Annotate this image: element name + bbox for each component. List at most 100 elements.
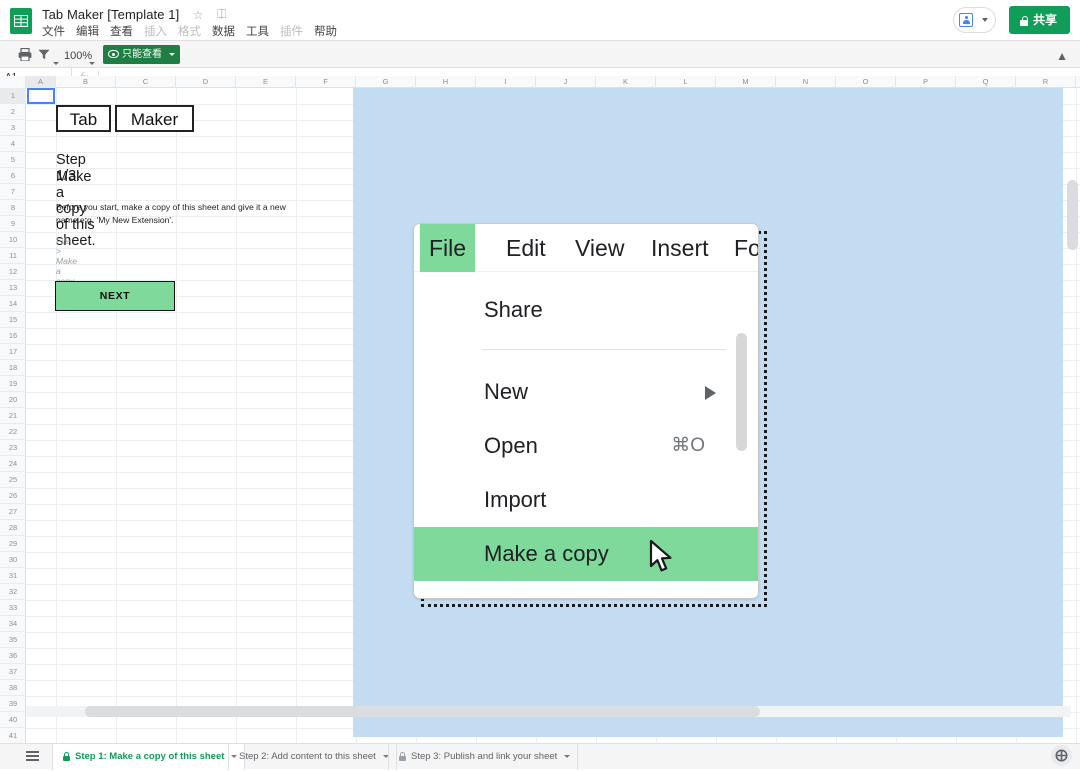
chevron-up-icon[interactable]: ▲ [1056, 49, 1068, 63]
row-header-24[interactable]: 24 [0, 456, 26, 472]
row-header-15[interactable]: 15 [0, 312, 26, 328]
row-header-3[interactable]: 3 [0, 120, 26, 136]
row-header-8[interactable]: 8 [0, 200, 26, 216]
row-header-32[interactable]: 32 [0, 584, 26, 600]
menu-item-edit[interactable]: 编辑 [76, 23, 99, 39]
screenshot-menu-view[interactable]: View [566, 224, 633, 272]
row-header-34[interactable]: 34 [0, 616, 26, 632]
add-person-button[interactable] [953, 7, 995, 33]
row-header-17[interactable]: 17 [0, 344, 26, 360]
menu-item-insert[interactable]: 插入 [144, 23, 167, 39]
column-header-g[interactable]: G [356, 76, 416, 88]
row-header-29[interactable]: 29 [0, 536, 26, 552]
column-header-q[interactable]: Q [956, 76, 1016, 88]
row-header-21[interactable]: 21 [0, 408, 26, 424]
sheet-tab-step-2[interactable]: Step 2: Add content to this sheet [228, 744, 397, 770]
screenshot-menu-edit[interactable]: Edit [497, 224, 555, 272]
star-icon[interactable]: ☆ [193, 8, 204, 22]
column-header-p[interactable]: P [896, 76, 956, 88]
share-button[interactable]: 共享 [1009, 6, 1070, 34]
vertical-scrollbar[interactable] [1067, 180, 1078, 250]
menu-item-tools[interactable]: 工具 [246, 23, 269, 39]
column-header-l[interactable]: L [656, 76, 716, 88]
filter-icon[interactable] [38, 49, 50, 60]
screenshot-menu-format[interactable]: Form [725, 224, 759, 272]
select-all-corner[interactable] [0, 76, 26, 88]
all-sheets-icon[interactable] [26, 751, 39, 763]
column-header-a[interactable]: A [26, 76, 56, 88]
horizontal-scrollbar-thumb[interactable] [85, 706, 760, 717]
menu-item-import[interactable]: Import [414, 473, 759, 527]
row-header-4[interactable]: 4 [0, 136, 26, 152]
column-header-r[interactable]: R [1016, 76, 1076, 88]
spreadsheet-grid[interactable]: 1234567891011121314151617181920212223242… [0, 88, 1080, 743]
chevron-down-icon[interactable] [564, 755, 570, 758]
menu-item-open[interactable]: Open [414, 419, 759, 473]
row-header-14[interactable]: 14 [0, 296, 26, 312]
column-header-b[interactable]: B [56, 76, 116, 88]
row-header-11[interactable]: 11 [0, 248, 26, 264]
column-header-n[interactable]: N [776, 76, 836, 88]
row-header-1[interactable]: 1 [0, 88, 26, 104]
column-header-e[interactable]: E [236, 76, 296, 88]
menu-item-file[interactable]: 文件 [42, 23, 65, 39]
menu-item-data[interactable]: 数据 [212, 23, 235, 39]
column-header-o[interactable]: O [836, 76, 896, 88]
menu-item-help[interactable]: 帮助 [314, 23, 337, 39]
column-header-h[interactable]: H [416, 76, 476, 88]
explore-button[interactable] [1051, 745, 1072, 766]
screenshot-menu-file[interactable]: File [420, 224, 475, 272]
row-header-16[interactable]: 16 [0, 328, 26, 344]
row-header-26[interactable]: 26 [0, 488, 26, 504]
row-header-41[interactable]: 41 [0, 728, 26, 743]
sheet-tab-step-1[interactable]: Step 1: Make a copy of this sheet [52, 744, 245, 770]
row-header-6[interactable]: 6 [0, 168, 26, 184]
move-to-folder-icon[interactable]: ⎅ [217, 7, 227, 22]
print-icon[interactable] [18, 48, 32, 61]
page-title[interactable]: Tab Maker [Template 1] [42, 7, 179, 22]
row-header-33[interactable]: 33 [0, 600, 26, 616]
row-header-25[interactable]: 25 [0, 472, 26, 488]
row-header-36[interactable]: 36 [0, 648, 26, 664]
zoom-level-label[interactable]: 100% [64, 46, 92, 66]
row-header-27[interactable]: 27 [0, 504, 26, 520]
row-header-19[interactable]: 19 [0, 376, 26, 392]
row-header-39[interactable]: 39 [0, 696, 26, 712]
row-header-28[interactable]: 28 [0, 520, 26, 536]
column-header-d[interactable]: D [176, 76, 236, 88]
menu-item-view[interactable]: 查看 [110, 23, 133, 39]
row-header-18[interactable]: 18 [0, 360, 26, 376]
column-header-c[interactable]: C [116, 76, 176, 88]
view-only-badge[interactable]: 只能查看 [103, 45, 180, 64]
screenshot-menu-insert[interactable]: Insert [642, 224, 718, 272]
row-header-23[interactable]: 23 [0, 440, 26, 456]
row-header-10[interactable]: 10 [0, 232, 26, 248]
sheet-tab-step-3[interactable]: Step 3: Publish and link your sheet [388, 744, 578, 770]
row-header-22[interactable]: 22 [0, 424, 26, 440]
column-header-f[interactable]: F [296, 76, 356, 88]
row-header-2[interactable]: 2 [0, 104, 26, 120]
row-header-31[interactable]: 31 [0, 568, 26, 584]
row-header-12[interactable]: 12 [0, 264, 26, 280]
column-header-i[interactable]: I [476, 76, 536, 88]
menu-item-format[interactable]: 格式 [178, 23, 201, 39]
menu-item-addons[interactable]: 插件 [280, 23, 303, 39]
row-header-37[interactable]: 37 [0, 664, 26, 680]
row-header-13[interactable]: 13 [0, 280, 26, 296]
row-header-7[interactable]: 7 [0, 184, 26, 200]
row-header-38[interactable]: 38 [0, 680, 26, 696]
menu-item-make-a-copy[interactable]: Make a copy [414, 527, 759, 581]
row-header-35[interactable]: 35 [0, 632, 26, 648]
next-button[interactable]: NEXT [55, 281, 175, 311]
column-header-k[interactable]: K [596, 76, 656, 88]
selected-cell[interactable] [27, 88, 55, 104]
menu-item-share[interactable]: Share [414, 283, 759, 337]
embedded-screenshot-image[interactable]: File Edit View Insert Form Share New Ope… [413, 223, 759, 599]
row-header-40[interactable]: 40 [0, 712, 26, 728]
column-header-j[interactable]: J [536, 76, 596, 88]
row-header-20[interactable]: 20 [0, 392, 26, 408]
menu-scrollbar[interactable] [736, 333, 747, 451]
column-header-m[interactable]: M [716, 76, 776, 88]
row-header-5[interactable]: 5 [0, 152, 26, 168]
row-header-30[interactable]: 30 [0, 552, 26, 568]
